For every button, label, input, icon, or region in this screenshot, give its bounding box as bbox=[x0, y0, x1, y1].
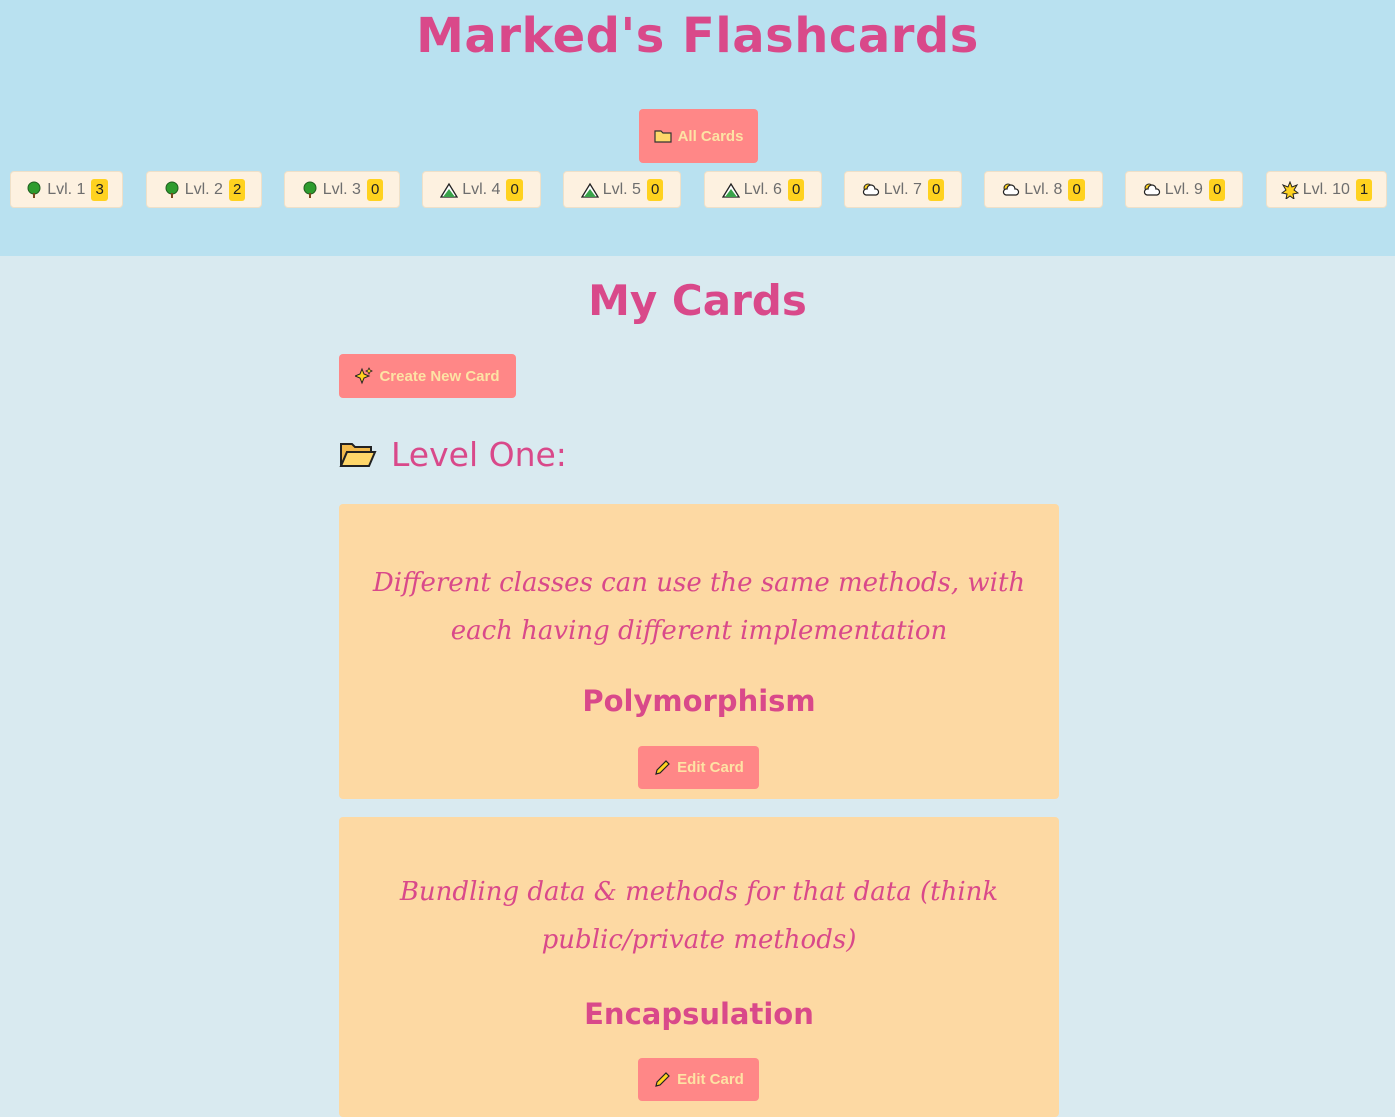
tree-icon bbox=[163, 181, 181, 199]
level-count-badge: 0 bbox=[787, 178, 805, 201]
level-filter-label: Lvl. 4 bbox=[462, 180, 501, 198]
folder-icon bbox=[653, 127, 672, 145]
level-filter-label: Lvl. 9 bbox=[1164, 180, 1203, 198]
level-count-badge: 2 bbox=[228, 178, 246, 201]
flashcard: Different classes can use the same metho… bbox=[339, 504, 1059, 799]
level-filter-3[interactable]: Lvl. 3 0 bbox=[284, 171, 400, 208]
level-filter-bar: Lvl. 1 3 Lvl. 2 2 Lvl. 3 0 Lvl. 4 0 Lvl.… bbox=[0, 171, 1395, 208]
header: Marked's Flashcards All Cards Lvl. 1 3 L… bbox=[0, 0, 1395, 256]
cloud-icon bbox=[862, 181, 880, 199]
tree-icon bbox=[25, 181, 43, 199]
card-term: Encapsulation bbox=[584, 997, 814, 1031]
site-title: Marked's Flashcards bbox=[416, 8, 979, 64]
edit-card-button[interactable]: Edit Card bbox=[638, 1058, 759, 1101]
level-filter-6[interactable]: Lvl. 6 0 bbox=[704, 171, 822, 208]
edit-card-label: Edit Card bbox=[677, 1071, 744, 1088]
level-heading-label: Level One: bbox=[391, 434, 567, 474]
level-filter-label: Lvl. 1 bbox=[47, 180, 86, 198]
edit-card-label: Edit Card bbox=[677, 759, 744, 776]
level-count-badge: 0 bbox=[1068, 178, 1085, 201]
level-filter-label: Lvl. 2 bbox=[184, 180, 223, 198]
star-burst-icon bbox=[1280, 180, 1299, 199]
level-count-badge: 0 bbox=[366, 178, 384, 201]
pencil-icon bbox=[653, 1071, 671, 1089]
level-filter-8[interactable]: Lvl. 8 0 bbox=[984, 171, 1103, 208]
level-count-badge: 0 bbox=[646, 178, 664, 201]
level-count-badge: 3 bbox=[91, 178, 108, 201]
cloud-icon bbox=[1143, 181, 1161, 199]
level-filter-1[interactable]: Lvl. 1 3 bbox=[10, 171, 123, 208]
level-filter-label: Lvl. 6 bbox=[743, 180, 782, 198]
level-filter-label: Lvl. 10 bbox=[1302, 180, 1350, 198]
tree-icon bbox=[301, 181, 319, 199]
cloud-icon bbox=[1002, 181, 1020, 199]
flashcard: Bundling data & methods for that data (t… bbox=[339, 817, 1059, 1117]
all-cards-button[interactable]: All Cards bbox=[639, 109, 758, 163]
level-filter-9[interactable]: Lvl. 9 0 bbox=[1125, 171, 1243, 208]
open-folder-icon bbox=[339, 438, 377, 470]
level-filter-2[interactable]: Lvl. 2 2 bbox=[146, 171, 262, 208]
card-definition: Bundling data & methods for that data (t… bbox=[399, 877, 999, 955]
create-new-card-label: Create New Card bbox=[379, 367, 500, 385]
level-filter-7[interactable]: Lvl. 7 0 bbox=[844, 171, 962, 208]
level-count-badge: 1 bbox=[1355, 178, 1373, 201]
mountain-icon bbox=[721, 181, 740, 199]
pencil-icon bbox=[653, 759, 671, 777]
my-cards-title: My Cards bbox=[588, 276, 807, 325]
level-filter-label: Lvl. 7 bbox=[883, 180, 922, 198]
card-term: Polymorphism bbox=[582, 684, 816, 718]
edit-card-button[interactable]: Edit Card bbox=[638, 746, 759, 789]
create-new-card-button[interactable]: Create New Card bbox=[339, 354, 516, 398]
mountain-icon bbox=[440, 181, 459, 199]
level-filter-4[interactable]: Lvl. 4 0 bbox=[422, 171, 541, 208]
level-filter-5[interactable]: Lvl. 5 0 bbox=[563, 171, 681, 208]
mountain-icon bbox=[580, 181, 599, 199]
level-count-badge: 0 bbox=[1208, 178, 1226, 201]
level-filter-label: Lvl. 8 bbox=[1024, 180, 1063, 198]
all-cards-label: All Cards bbox=[677, 127, 744, 145]
level-heading: Level One: bbox=[339, 432, 567, 476]
level-filter-label: Lvl. 5 bbox=[602, 180, 641, 198]
sparkles-icon bbox=[355, 367, 374, 385]
card-definition: Different classes can use the same metho… bbox=[372, 568, 1026, 646]
level-filter-label: Lvl. 3 bbox=[322, 180, 361, 198]
level-count-badge: 0 bbox=[506, 178, 523, 201]
level-filter-10[interactable]: Lvl. 10 1 bbox=[1266, 171, 1387, 208]
level-count-badge: 0 bbox=[927, 178, 945, 201]
